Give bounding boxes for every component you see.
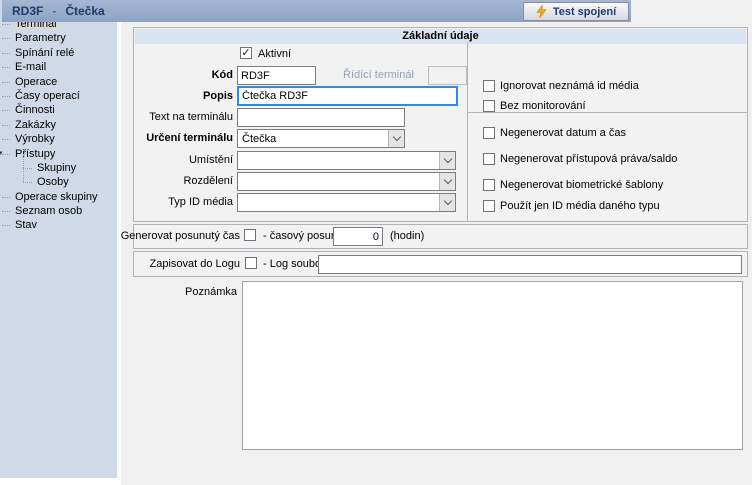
checkbox-aktivni[interactable]: ✓	[240, 47, 252, 59]
log-field-label: - Log soubor	[263, 255, 325, 274]
checkbox[interactable]	[483, 179, 495, 191]
popis-label: Popis	[100, 87, 233, 106]
checkbox[interactable]	[483, 127, 495, 139]
terminal-code: RD3F	[12, 4, 43, 18]
checkbox-group-divider	[468, 112, 748, 113]
posun-label: Generovat posunutý čas	[110, 227, 240, 246]
text-terminal-input[interactable]	[237, 108, 405, 127]
sidebar-item-label: Přístupy	[13, 148, 57, 160]
checkbox[interactable]	[483, 80, 495, 92]
sidebar-item-label: Seznam osob	[13, 205, 84, 217]
rozdeleni-select[interactable]	[237, 172, 456, 191]
sidebar-item-label: Osoby	[35, 176, 71, 188]
chevron-down-icon[interactable]	[439, 152, 455, 169]
posun-input[interactable]	[333, 227, 383, 246]
sidebar-item[interactable]: Parametry	[0, 31, 117, 45]
checkbox-label: Použít jen ID média daného typu	[500, 200, 660, 212]
urceni-terminal-value: Čtečka	[238, 133, 388, 145]
checkbox[interactable]	[483, 100, 495, 112]
urceni-terminal-select[interactable]: Čtečka	[237, 129, 405, 148]
chevron-down-icon[interactable]	[388, 130, 404, 147]
sidebar-item-label: Stav	[13, 219, 39, 231]
urceni-terminal-label: Určení terminálu	[100, 129, 233, 148]
text-terminal-label: Text na terminálu	[100, 108, 233, 127]
sidebar-item-label: Zakázky	[13, 119, 58, 131]
sidebar-item-label: Skupiny	[35, 162, 78, 174]
checkbox-label: Ignorovat neznámá id média	[500, 80, 639, 92]
rozdeleni-label: Rozdělení	[100, 172, 233, 191]
sidebar-item-label: Časy operací	[13, 90, 82, 102]
typ-id-media-label: Typ ID média	[100, 193, 233, 212]
checkbox-posun[interactable]	[244, 229, 256, 241]
checkbox-label: Negenerovat datum a čas	[500, 127, 626, 139]
umisteni-select[interactable]	[237, 151, 456, 170]
terminal-name: Čtečka	[65, 4, 104, 18]
checkbox-row[interactable]: Negenerovat datum a čas	[483, 126, 626, 139]
kod-input[interactable]	[237, 66, 316, 85]
sidebar-item-label: Činnosti	[13, 104, 57, 116]
sidebar-item-label: Výrobky	[13, 133, 57, 145]
sidebar-item-label: Spínání relé	[13, 47, 76, 59]
sidebar-item-label: Operace skupiny	[13, 191, 100, 203]
lightning-icon	[536, 5, 547, 18]
checkbox-row[interactable]: Použít jen ID média daného typu	[483, 199, 660, 212]
sidebar-item-label: Operace	[13, 76, 59, 88]
poznamka-textarea[interactable]	[242, 281, 743, 450]
title-bar: RD3F - Čtečka Test spojení	[2, 0, 631, 22]
sidebar-item[interactable]: Stav	[0, 218, 117, 232]
app-window: Terminál Parametry Spínání relé E-mail O…	[0, 0, 752, 485]
sidebar-item-label: E-mail	[13, 61, 48, 73]
aktivni-label: Aktivní	[258, 45, 291, 64]
posun-field-label: - časový posun	[263, 227, 337, 246]
vertical-divider	[467, 43, 468, 221]
typ-id-media-select[interactable]	[237, 193, 456, 212]
ridici-terminal-label: Řídící terminál	[343, 66, 427, 85]
checkbox-row[interactable]: Ignorovat neznámá id média	[483, 79, 639, 92]
checkbox[interactable]	[483, 200, 495, 212]
checkbox-label: Bez monitorování	[500, 100, 586, 112]
chevron-down-icon[interactable]	[439, 194, 455, 211]
chevron-down-icon[interactable]	[439, 173, 455, 190]
checkbox-label: Negenerovat biometrické šablony	[500, 179, 663, 191]
popis-input[interactable]	[237, 86, 458, 106]
umisteni-label: Umístění	[100, 151, 233, 170]
test-connection-label: Test spojení	[553, 6, 616, 18]
posun-unit-label: (hodin)	[390, 227, 424, 246]
sidebar-item-label: Parametry	[13, 32, 68, 44]
section-title: Základní údaje	[135, 29, 746, 44]
log-file-input[interactable]	[318, 255, 742, 274]
title-separator: -	[52, 4, 56, 18]
sidebar-item[interactable]: Spínání relé	[0, 46, 117, 60]
log-label: Zapisovat do Logu	[110, 255, 240, 274]
kod-label: Kód	[100, 66, 233, 85]
poznamka-label: Poznámka	[133, 283, 237, 302]
checkbox-row[interactable]: Bez monitorování	[483, 99, 586, 112]
checkbox-row[interactable]: Negenerovat přístupová práva/saldo	[483, 152, 677, 165]
checkbox-label: Negenerovat přístupová práva/saldo	[500, 153, 677, 165]
test-connection-button[interactable]: Test spojení	[523, 2, 629, 21]
checkbox-row[interactable]: Negenerovat biometrické šablony	[483, 178, 663, 191]
checkbox-log[interactable]	[245, 257, 257, 269]
ridici-terminal-input	[428, 66, 467, 85]
checkbox[interactable]	[483, 153, 495, 165]
